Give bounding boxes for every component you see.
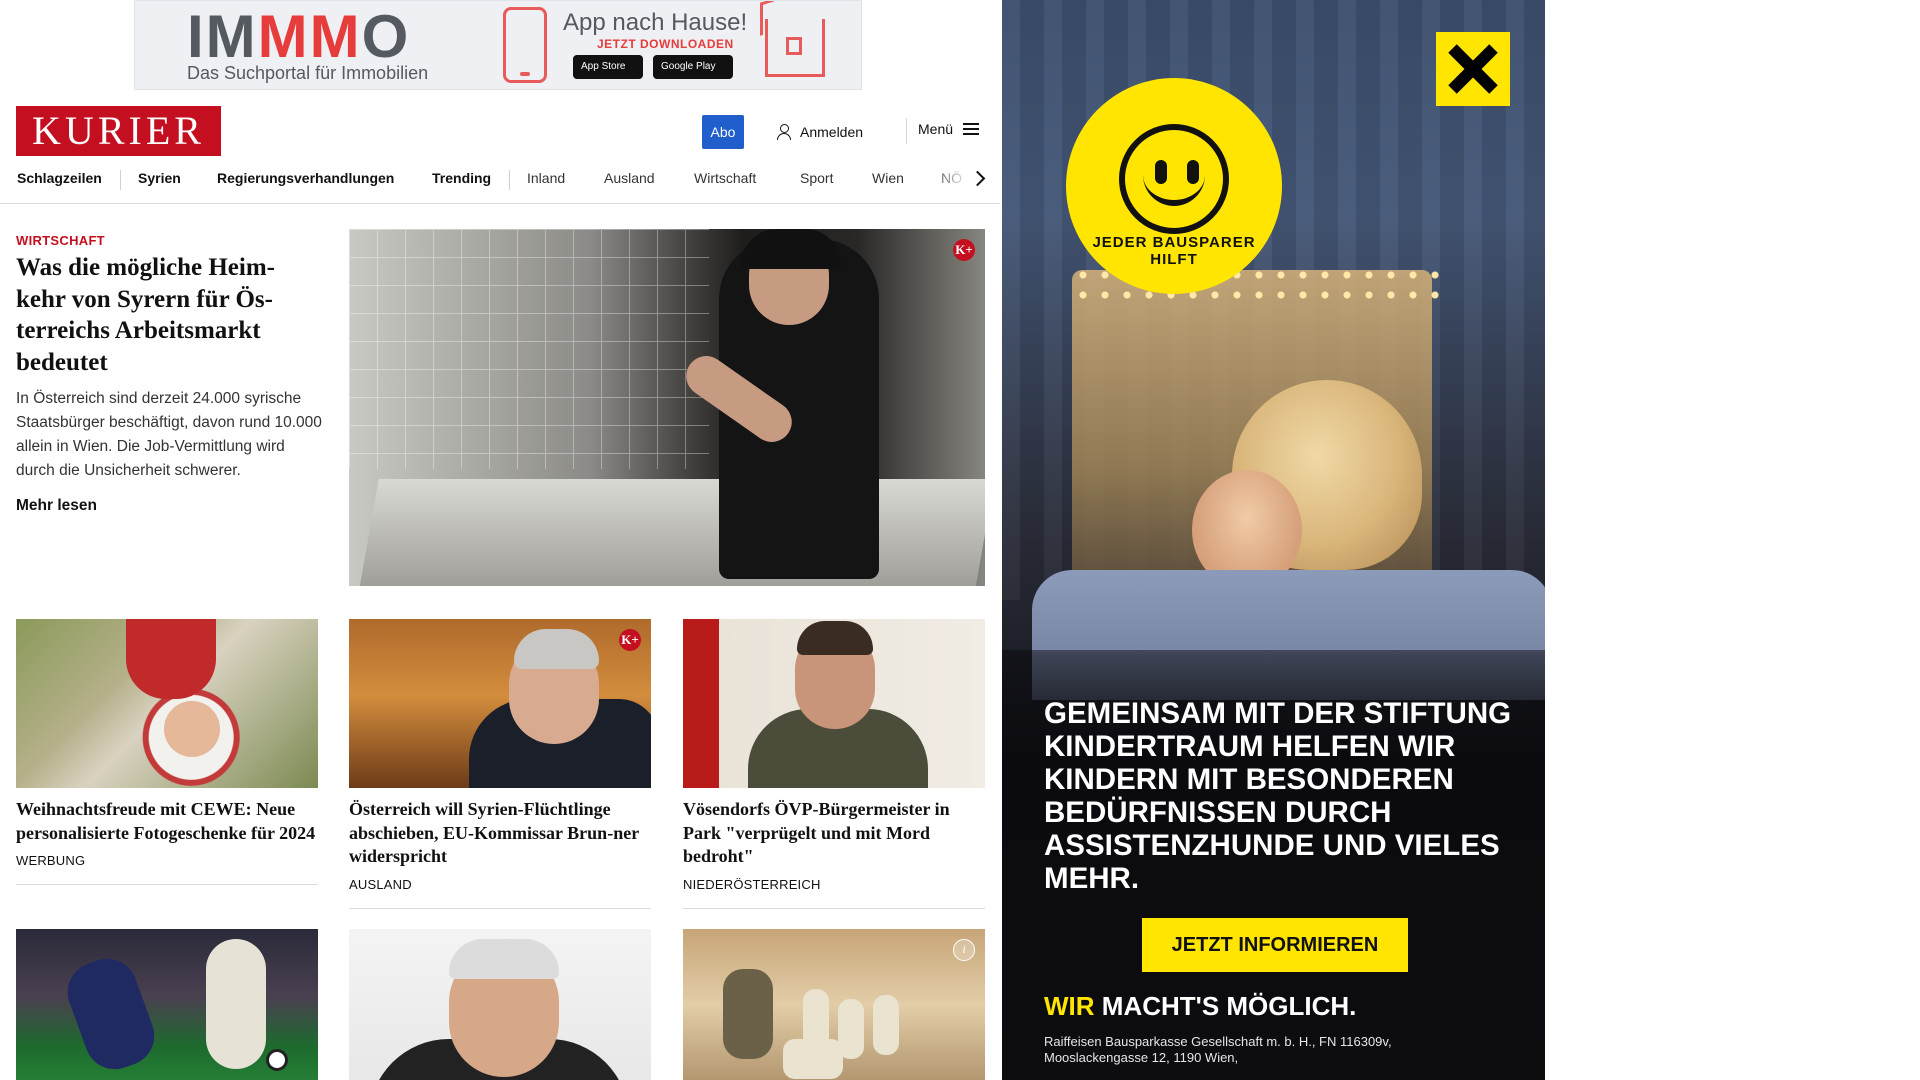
article-thumbnail[interactable]: i — [683, 929, 985, 1080]
article-thumbnail[interactable] — [16, 619, 318, 788]
menu-label: Menü — [918, 121, 954, 137]
lead-summary: In Österreich sind derzeit 24.000 syrisc… — [16, 390, 322, 479]
card-divider — [349, 907, 651, 909]
skyscraper-ad[interactable]: JEDER BAUSPARER HILFT GEMEINSAM MIT DER … — [1002, 0, 1545, 1080]
article-title[interactable]: Vösendorfs ÖVP-Bürgermeister in Park "ve… — [683, 798, 985, 869]
article-card[interactable]: Weihnachtsfreude mit CEWE: Neue personal… — [16, 619, 318, 885]
header-divider — [906, 118, 907, 144]
nav-item-sport[interactable]: Sport — [800, 170, 833, 186]
card-divider — [16, 884, 318, 885]
thumb-ribbon — [126, 619, 216, 699]
lead-image-sink — [359, 479, 985, 586]
article-card[interactable]: i — [683, 929, 985, 1080]
google-play-button[interactable]: Google Play — [653, 55, 733, 79]
immmo-tagline: Das Suchportal für Immobilien — [187, 63, 429, 83]
nav-item-regierungsverhandlungen[interactable]: Regierungsverhandlungen — [217, 170, 394, 186]
abo-button[interactable]: Abo — [702, 115, 744, 149]
article-category: AUSLAND — [349, 876, 412, 892]
phone-icon — [503, 7, 547, 83]
smiley-badge: JEDER BAUSPARER HILFT — [1074, 86, 1274, 286]
article-thumbnail[interactable] — [683, 619, 985, 788]
kurier-logo[interactable]: KURIER — [16, 106, 221, 156]
article-thumbnail[interactable] — [16, 929, 318, 1080]
raiffeisen-logo — [1436, 32, 1510, 106]
ad-legal-text: Raiffeisen Bausparkasse Gesellschaft m. … — [1044, 1034, 1392, 1065]
nav-item-wirtschaft[interactable]: Wirtschaft — [694, 170, 756, 186]
kurier-plus-icon: K+ — [953, 239, 975, 261]
ad-headline: GEMEINSAM MIT DER STIFTUNG KINDERTRAUM H… — [1044, 697, 1512, 895]
login-button[interactable]: Anmelden — [776, 121, 863, 143]
user-icon — [776, 124, 792, 140]
chevron-right-icon[interactable] — [968, 168, 990, 190]
house-door-icon — [786, 37, 802, 55]
section-nav: Schlagzeilen Syrien Regierungsverhandlun… — [0, 160, 1000, 204]
nav-item-syrien[interactable]: Syrien — [138, 170, 181, 186]
top-banner-ad[interactable]: IMMMO Das Suchportal für Immobilien App … — [134, 0, 862, 90]
thumb-child — [783, 1039, 843, 1079]
lead-image[interactable]: K+ — [349, 229, 985, 586]
article-card[interactable]: K+ Österreich will Syrien-Flüchtlinge ab… — [349, 619, 651, 909]
nav-fade — [930, 164, 970, 198]
hamburger-icon — [963, 123, 980, 135]
site-header: KURIER Abo Anmelden Menü — [0, 102, 1000, 160]
read-more-link[interactable]: Mehr lesen — [16, 497, 97, 515]
article-title[interactable]: Weihnachtsfreude mit CEWE: Neue personal… — [16, 798, 318, 845]
content-column: IMMMO Das Suchportal für Immobilien App … — [0, 0, 1000, 1080]
article-card[interactable] — [349, 929, 651, 1080]
ad-slogan: WIR MACHT'S MÖGLICH. — [1044, 991, 1357, 1021]
thumb-player — [59, 950, 163, 1078]
nav-item-wien[interactable]: Wien — [872, 170, 904, 186]
thumb-photo-ornament — [164, 701, 220, 757]
immmo-logo: IMMMO — [187, 3, 411, 70]
thumb-guitarist — [723, 969, 773, 1059]
kurier-plus-icon: K+ — [619, 629, 641, 651]
lead-image-cap — [741, 229, 841, 269]
nav-item-trending[interactable]: Trending — [432, 170, 491, 186]
ad-download-label: JETZT DOWNLOADEN — [597, 37, 734, 51]
article-title[interactable]: Österreich will Syrien-Flüchtlinge absch… — [349, 798, 651, 869]
ad-app-headline: App nach Hause! — [563, 9, 748, 36]
login-label: Anmelden — [800, 124, 864, 140]
lead-title[interactable]: Was die mögliche Heim-kehr von Syrern fü… — [16, 252, 316, 378]
app-store-button[interactable]: App Store — [573, 55, 643, 79]
thumb-child — [873, 995, 899, 1055]
info-icon[interactable]: i — [953, 939, 975, 961]
article-thumbnail[interactable] — [349, 929, 651, 1080]
thumb-hair — [514, 629, 599, 669]
nav-divider — [509, 170, 510, 190]
soccer-ball-icon — [266, 1049, 288, 1071]
nav-item-ausland[interactable]: Ausland — [604, 170, 655, 186]
article-category: WERBUNG — [16, 853, 86, 868]
badge-text: JEDER BAUSPARER HILFT — [1092, 234, 1256, 268]
card-divider — [683, 907, 985, 909]
article-category: NIEDERÖSTERREICH — [683, 876, 821, 892]
house-icon — [765, 19, 825, 77]
smiley-icon — [1119, 124, 1229, 234]
article-thumbnail[interactable]: K+ — [349, 619, 651, 788]
menu-button[interactable]: Menü — [918, 121, 980, 137]
lead-category[interactable]: WIRTSCHAFT — [16, 233, 105, 248]
nav-item-inland[interactable]: Inland — [527, 170, 565, 186]
thumb-player — [206, 939, 266, 1069]
jetzt-informieren-button[interactable]: JETZT INFORMIEREN — [1142, 918, 1408, 972]
thumb-hair — [449, 939, 559, 979]
thumb-hair — [797, 621, 873, 655]
lead-image-tiles — [349, 229, 709, 469]
article-card[interactable]: Vösendorfs ÖVP-Bürgermeister in Park "ve… — [683, 619, 985, 909]
nav-item-schlagzeilen[interactable]: Schlagzeilen — [17, 170, 102, 186]
article-card[interactable] — [16, 929, 318, 1080]
nav-divider — [120, 170, 121, 190]
